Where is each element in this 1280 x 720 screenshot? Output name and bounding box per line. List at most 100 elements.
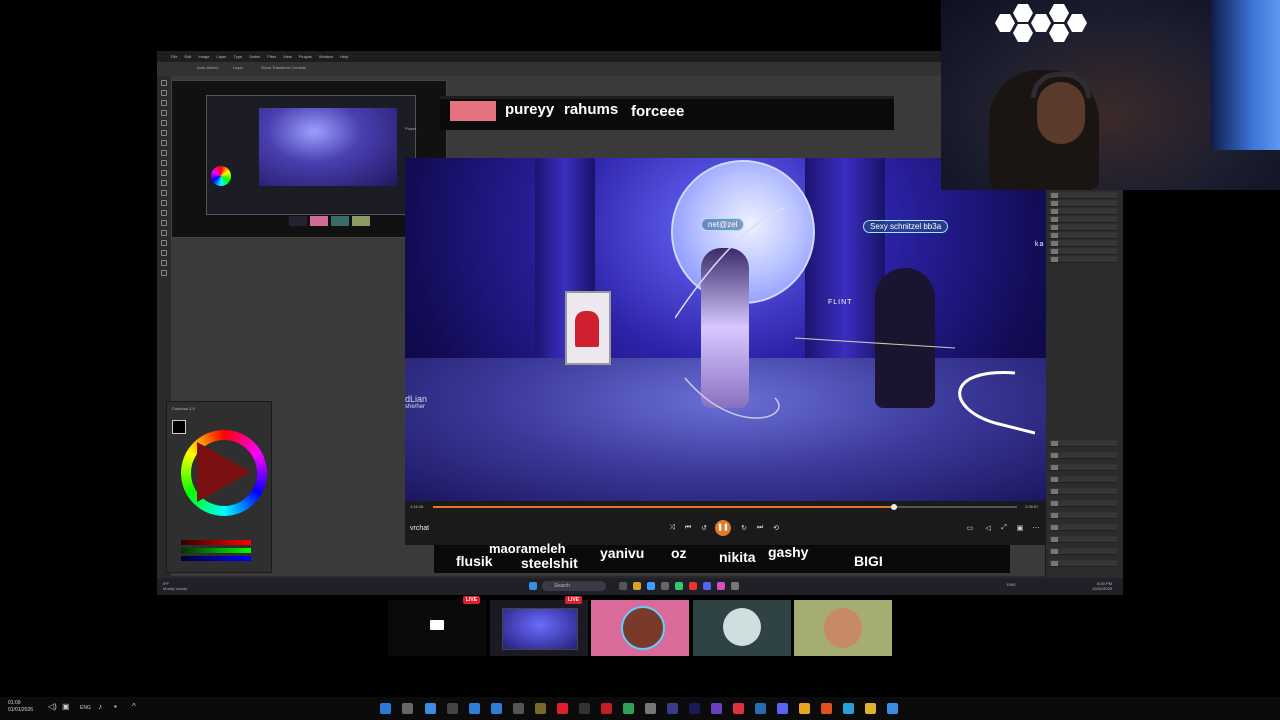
next-icon[interactable]: ⏭	[755, 524, 765, 532]
layer-select[interactable]: Layer	[233, 65, 243, 70]
history-row[interactable]	[1049, 224, 1117, 231]
menu-help[interactable]: Help	[340, 54, 348, 59]
more-icon[interactable]: ⋯	[1031, 524, 1041, 532]
brush-tool-icon[interactable]	[161, 150, 167, 156]
subtitles-icon[interactable]: ▭	[965, 524, 975, 532]
explorer-icon[interactable]	[633, 582, 641, 590]
move-tool-icon[interactable]	[161, 80, 167, 86]
app-icon[interactable]	[731, 582, 739, 590]
history-row[interactable]	[1049, 256, 1117, 263]
hand-tool-icon[interactable]	[161, 260, 167, 266]
layer-row[interactable]	[1049, 512, 1117, 519]
eraser-tool-icon[interactable]	[161, 180, 167, 186]
host-clock[interactable]: 01:09 01/01/2026	[8, 700, 33, 714]
layer-row[interactable]	[1049, 536, 1117, 543]
dodge-tool-icon[interactable]	[161, 210, 167, 216]
repeat-icon[interactable]: ⟲	[771, 524, 781, 532]
layer-row[interactable]	[1049, 440, 1117, 447]
stamp-tool-icon[interactable]	[161, 160, 167, 166]
red-slider[interactable]	[181, 540, 251, 545]
menu-type[interactable]: Type	[234, 54, 243, 59]
app-icon[interactable]	[469, 703, 480, 714]
blur-tool-icon[interactable]	[161, 200, 167, 206]
menu-layer[interactable]: Layer	[216, 54, 226, 59]
app-icon[interactable]	[380, 703, 391, 714]
history-row[interactable]	[1049, 216, 1117, 223]
green-slider[interactable]	[181, 548, 251, 553]
app-icon[interactable]	[661, 582, 669, 590]
layer-row[interactable]	[1049, 500, 1117, 507]
video-frame[interactable]: net@zel Sexy schnitzel bb3a FLINT ka dLi…	[405, 158, 1046, 501]
discord-icon[interactable]	[703, 582, 711, 590]
chevron-up-icon[interactable]: ^	[132, 702, 136, 711]
app-icon[interactable]	[513, 703, 524, 714]
marquee-tool-icon[interactable]	[161, 90, 167, 96]
app-icon[interactable]	[689, 582, 697, 590]
app-icon[interactable]	[425, 703, 436, 714]
path-select-icon[interactable]	[161, 240, 167, 246]
settings-icon[interactable]	[645, 703, 656, 714]
healing-tool-icon[interactable]	[161, 140, 167, 146]
layer-row[interactable]	[1049, 548, 1117, 555]
weather-widget[interactable]: IFF Mostly cloudy	[163, 581, 187, 591]
show-transform-checkbox[interactable]: Show Transform Controls	[261, 65, 306, 70]
stream-tile-user2[interactable]	[693, 600, 791, 656]
layer-row[interactable]	[1049, 452, 1117, 459]
history-brush-icon[interactable]	[161, 170, 167, 176]
inner-search-box[interactable]: Search	[542, 581, 606, 591]
stream-tile-user3[interactable]	[794, 600, 892, 656]
pause-button[interactable]: ❚❚	[715, 520, 731, 536]
spotify-icon[interactable]	[675, 582, 683, 590]
menu-image[interactable]: Image	[198, 54, 209, 59]
stream-tile-screen[interactable]: LIVE	[388, 596, 486, 656]
mic-icon[interactable]: ♪	[98, 702, 102, 711]
history-row[interactable]	[1049, 200, 1117, 207]
forward-icon[interactable]: ↻	[739, 524, 749, 532]
app-icon[interactable]	[667, 703, 678, 714]
menu-window[interactable]: Window	[319, 54, 333, 59]
stream-tile-share[interactable]: LIVE	[490, 596, 588, 656]
history-row[interactable]	[1049, 232, 1117, 239]
app-icon[interactable]	[402, 703, 413, 714]
history-row[interactable]	[1049, 248, 1117, 255]
network-icon[interactable]: ▣	[62, 702, 70, 711]
progress-bar[interactable]	[433, 504, 1017, 510]
blue-slider[interactable]	[181, 556, 251, 561]
foreground-swatch[interactable]	[172, 420, 186, 434]
taskview-icon[interactable]	[619, 582, 627, 590]
windows-icon[interactable]	[887, 703, 898, 714]
app-icon[interactable]	[601, 703, 612, 714]
inner-tray-lang[interactable]: ENG	[1007, 582, 1016, 587]
zoom-tool-icon[interactable]	[161, 270, 167, 276]
select-tool-icon[interactable]	[161, 110, 167, 116]
progress-knob[interactable]	[891, 504, 898, 510]
previous-icon[interactable]: ⏮	[683, 524, 693, 532]
type-tool-icon[interactable]	[161, 230, 167, 236]
auto-select-checkbox[interactable]: Auto-Select:	[197, 65, 219, 70]
history-row[interactable]	[1049, 240, 1117, 247]
miniplayer-icon[interactable]: ▣	[1015, 524, 1025, 532]
fullscreen-icon[interactable]: ⤢	[999, 524, 1009, 532]
history-row[interactable]	[1049, 208, 1117, 215]
brave-icon[interactable]	[821, 703, 832, 714]
app-icon[interactable]	[755, 703, 766, 714]
inner-clock[interactable]: 8:00 PM 12/01/2025	[1092, 581, 1112, 591]
pen-tool-icon[interactable]	[161, 220, 167, 226]
volume-icon[interactable]: ◁)	[48, 702, 57, 711]
app-icon[interactable]	[491, 703, 502, 714]
gradient-tool-icon[interactable]	[161, 190, 167, 196]
layer-row[interactable]	[1049, 524, 1117, 531]
app-icon[interactable]	[447, 703, 458, 714]
app-icon[interactable]	[717, 582, 725, 590]
stream-tile-user1[interactable]	[591, 600, 689, 656]
app-icon[interactable]	[623, 703, 634, 714]
menu-filter[interactable]: Filter	[267, 54, 276, 59]
language-indicator[interactable]: ENG	[80, 705, 91, 711]
volume-icon[interactable]: ◁	[983, 524, 993, 532]
app-icon[interactable]	[535, 703, 546, 714]
eyedropper-tool-icon[interactable]	[161, 130, 167, 136]
history-row[interactable]	[1049, 192, 1117, 199]
app-icon[interactable]	[579, 703, 590, 714]
photoshop-icon[interactable]	[647, 582, 655, 590]
discord-icon[interactable]	[777, 703, 788, 714]
